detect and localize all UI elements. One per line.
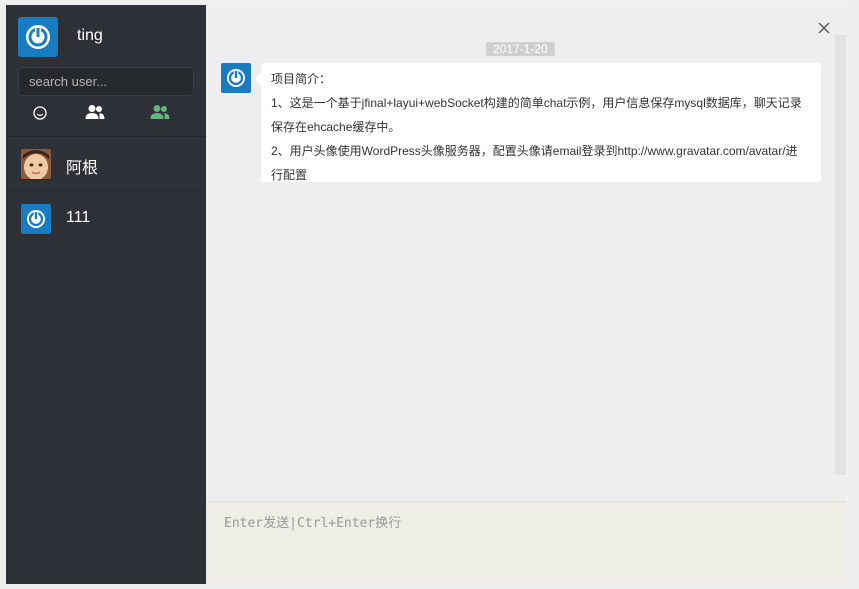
tab-friends[interactable]	[80, 102, 110, 124]
message-line: 保存在ehcache缓存中。	[271, 120, 401, 134]
user-name: ting	[77, 27, 103, 44]
sidebar: ting search user... 阿根 111	[6, 5, 206, 584]
tab-groups[interactable]	[145, 102, 175, 124]
power-icon	[26, 25, 50, 49]
message-line: 1、这是一个基于jfinal+layui+webSocket构建的简单chat示…	[271, 96, 802, 110]
users-icon	[85, 105, 105, 119]
chat-main: 2017-1-20 项目简介： 1、这是一个基于jfinal+layui+web…	[206, 5, 846, 584]
contact-avatar-photo	[21, 149, 51, 179]
message-line: 行配置	[271, 168, 308, 182]
date-badge: 2017-1-20	[486, 42, 555, 56]
smiley-icon	[33, 106, 47, 120]
message-bubble: 项目简介： 1、这是一个基于jfinal+layui+webSocket构建的简…	[255, 63, 821, 182]
power-icon	[27, 210, 45, 228]
scrollbar[interactable]	[835, 35, 846, 475]
power-icon	[227, 69, 245, 87]
message-input[interactable]	[222, 510, 826, 574]
close-icon	[818, 22, 830, 34]
message-avatar	[221, 63, 251, 93]
message-line: 项目简介：	[271, 72, 332, 86]
sidebar-tabs	[6, 102, 206, 124]
contact-item[interactable]: 111	[6, 192, 206, 247]
contact-name: 111	[66, 209, 91, 226]
chat-window: ting search user... 阿根 111 2017-1-20 项目简…	[6, 5, 846, 584]
user-avatar[interactable]	[18, 17, 58, 57]
message-line: 2、用户头像使用WordPress头像服务器，配置头像请email登录到http…	[271, 144, 798, 158]
tab-emoji[interactable]	[25, 102, 55, 124]
contact-name: 阿根	[66, 160, 99, 177]
contact-avatar	[21, 204, 51, 234]
message-input-area	[206, 501, 846, 584]
baby-photo-icon	[21, 149, 51, 179]
search-input[interactable]	[18, 67, 194, 96]
contact-item[interactable]: 阿根	[6, 137, 206, 192]
close-button[interactable]	[816, 20, 832, 36]
group-icon	[150, 105, 170, 119]
